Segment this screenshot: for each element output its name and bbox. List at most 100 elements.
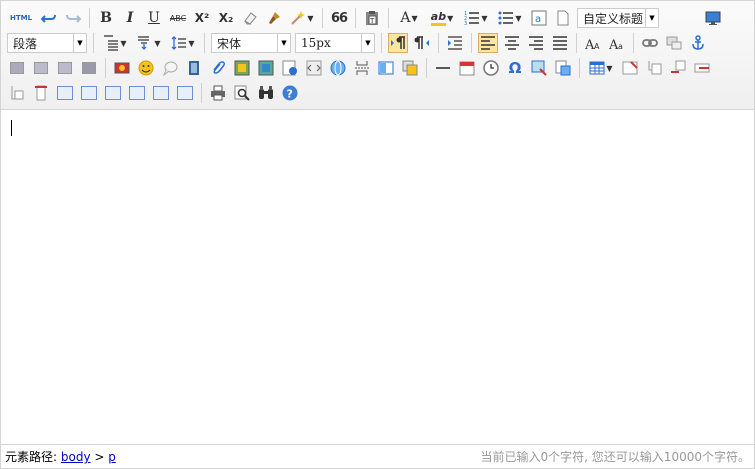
attachment-button[interactable] <box>208 58 228 78</box>
frame-icon: a <box>531 10 547 26</box>
insert-row-button[interactable] <box>668 58 688 78</box>
chevron-down-icon: ▼ <box>447 13 454 23</box>
row-spacing-bottom-button[interactable]: ▼ <box>134 33 164 53</box>
split-to-rows-button[interactable] <box>151 83 171 103</box>
clear-format-button[interactable] <box>240 8 260 28</box>
underline-button[interactable]: U <box>144 8 164 28</box>
merge-right-button[interactable] <box>79 83 99 103</box>
merge-down-button[interactable] <box>103 83 123 103</box>
align-right-button[interactable] <box>526 33 546 53</box>
delete-row-button[interactable] <box>692 58 712 78</box>
code-icon <box>306 60 322 76</box>
insert-map-button[interactable] <box>232 58 252 78</box>
merge-cells-button[interactable] <box>55 83 75 103</box>
image-left-button[interactable] <box>31 58 51 78</box>
image-none-button[interactable] <box>7 58 27 78</box>
chevron-down-icon: ▼ <box>481 13 488 23</box>
special-chars-button[interactable]: Ω <box>505 58 525 78</box>
font-color-button[interactable]: A ▼ <box>395 8 423 28</box>
text-cursor <box>11 120 12 136</box>
paste-plain-button[interactable]: T <box>362 8 382 28</box>
image-center-button[interactable] <box>79 58 99 78</box>
delete-col-button[interactable] <box>31 83 51 103</box>
uppercase-icon: AA <box>585 38 600 51</box>
insert-col-button[interactable] <box>7 83 27 103</box>
bold-button[interactable]: B <box>96 8 116 28</box>
insert-time-button[interactable] <box>481 58 501 78</box>
monitor-icon <box>705 11 721 25</box>
help-button[interactable]: ? <box>280 83 300 103</box>
search-replace-button[interactable] <box>256 83 276 103</box>
insert-code-button[interactable] <box>304 58 324 78</box>
row-spacing-top-button[interactable]: ▼ <box>100 33 130 53</box>
delete-table-button[interactable] <box>620 58 640 78</box>
eraser-icon <box>244 12 257 25</box>
insert-image-button[interactable] <box>112 58 132 78</box>
path-p-link[interactable]: p <box>108 450 116 464</box>
underline-icon: U <box>148 10 160 26</box>
fullscreen-button[interactable] <box>703 8 723 28</box>
template-button[interactable] <box>376 58 396 78</box>
redo-button[interactable] <box>63 8 83 28</box>
align-center-icon <box>505 36 519 50</box>
scrawl-button[interactable] <box>160 58 180 78</box>
insert-frame-page-button[interactable] <box>280 58 300 78</box>
insert-paragraph-before-table-button[interactable] <box>644 58 664 78</box>
word-image-button[interactable] <box>553 58 573 78</box>
path-body-link[interactable]: body <box>61 450 91 464</box>
align-justify-button[interactable] <box>550 33 570 53</box>
ltr-direction-button[interactable] <box>388 33 408 53</box>
italic-button[interactable]: I <box>120 8 140 28</box>
lowercase-button[interactable]: Aa <box>607 33 627 53</box>
align-left-button[interactable] <box>478 33 498 53</box>
undo-icon <box>41 14 56 23</box>
background-button[interactable] <box>400 58 420 78</box>
unlink-button[interactable] <box>664 33 684 53</box>
rtl-direction-button[interactable] <box>412 33 432 53</box>
page-break-button[interactable] <box>553 8 573 28</box>
font-family-select[interactable]: 宋体 ▼ <box>211 33 291 53</box>
auto-typeset-button[interactable]: ▼ <box>288 8 316 28</box>
anchor-button[interactable] <box>688 33 708 53</box>
highlight-color-button[interactable]: ab ▼ <box>427 8 457 28</box>
separator <box>105 58 106 78</box>
page-break-insert-button[interactable] <box>352 58 372 78</box>
custom-title-select[interactable]: 自定义标题 ▼ <box>577 8 659 28</box>
ordered-list-button[interactable]: 123 ▼ <box>461 8 491 28</box>
print-button[interactable] <box>208 83 228 103</box>
image-icon <box>114 62 130 74</box>
insert-col-icon <box>11 86 24 100</box>
emotion-button[interactable] <box>136 58 156 78</box>
font-size-select[interactable]: 15px ▼ <box>295 33 375 53</box>
snap-screen-button[interactable] <box>529 58 549 78</box>
line-height-button[interactable]: ▼ <box>168 33 198 53</box>
google-map-button[interactable] <box>256 58 276 78</box>
image-right-button[interactable] <box>55 58 75 78</box>
web-app-button[interactable] <box>328 58 348 78</box>
align-center-button[interactable] <box>502 33 522 53</box>
svg-text:a: a <box>535 14 541 25</box>
indent-button[interactable] <box>445 33 465 53</box>
horizontal-rule-button[interactable] <box>433 58 453 78</box>
insert-date-button[interactable] <box>457 58 477 78</box>
insert-table-button[interactable]: ▼ <box>586 58 616 78</box>
iframe-icon <box>282 60 297 76</box>
paragraph-format-select[interactable]: 段落 ▼ <box>7 33 87 53</box>
editor-content-area[interactable] <box>1 110 754 443</box>
insert-frame-button[interactable]: a <box>529 8 549 28</box>
uppercase-button[interactable]: AA <box>583 33 603 53</box>
superscript-button[interactable]: X² <box>192 8 212 28</box>
source-html-button[interactable]: HTML <box>7 8 35 28</box>
insert-link-button[interactable] <box>640 33 660 53</box>
blockquote-button[interactable]: 66 <box>329 8 349 28</box>
split-to-cells-button[interactable] <box>127 83 147 103</box>
undo-button[interactable] <box>39 8 59 28</box>
unordered-list-button[interactable]: ▼ <box>495 8 525 28</box>
merge-right-icon <box>81 86 97 100</box>
strikethrough-button[interactable]: ABC <box>168 8 188 28</box>
preview-button[interactable] <box>232 83 252 103</box>
format-painter-button[interactable] <box>264 8 284 28</box>
insert-video-button[interactable] <box>184 58 204 78</box>
split-to-cols-button[interactable] <box>175 83 195 103</box>
subscript-button[interactable]: X₂ <box>216 8 236 28</box>
